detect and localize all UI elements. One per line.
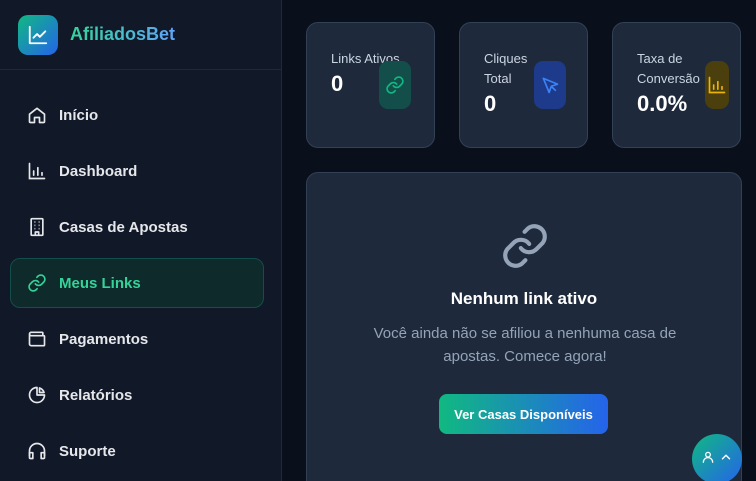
- headphones-icon: [27, 441, 47, 461]
- sidebar-item-suporte[interactable]: Suporte: [10, 426, 264, 476]
- pie-chart-icon: [27, 385, 47, 405]
- sidebar-item-relatorios[interactable]: Relatórios: [10, 370, 264, 420]
- trending-up-icon: [18, 14, 58, 55]
- floating-user-button[interactable]: [692, 434, 742, 481]
- sidebar-item-pagamentos[interactable]: Pagamentos: [10, 314, 264, 364]
- link-icon: [379, 61, 411, 109]
- empty-state-description: Você ainda não se afiliou a nenhuma casa…: [373, 325, 677, 365]
- sidebar-item-meus-links[interactable]: Meus Links: [10, 258, 264, 308]
- empty-state-title: Nenhum link ativo: [450, 289, 598, 308]
- stat-card-cliques-total: Cliques Total 0: [459, 22, 588, 148]
- cursor-icon: [534, 61, 566, 109]
- sidebar-item-label: Dashboard: [59, 162, 138, 180]
- sidebar-item-label: Suporte: [59, 442, 116, 460]
- sidebar-item-dashboard[interactable]: Dashboard: [10, 146, 264, 196]
- wallet-icon: [27, 329, 47, 349]
- sidebar-nav: Início Dashboard Casas de Apostas Meus L…: [0, 70, 281, 476]
- link-icon: [500, 221, 550, 276]
- chevron-up-icon: [719, 450, 733, 469]
- view-available-houses-button[interactable]: Ver Casas Disponíveis: [439, 394, 608, 434]
- sidebar-item-label: Pagamentos: [59, 330, 149, 348]
- bar-chart-icon: [27, 161, 47, 181]
- sidebar-item-inicio[interactable]: Início: [10, 90, 264, 140]
- bar-chart-icon: [705, 61, 729, 109]
- building-icon: [27, 217, 47, 237]
- empty-state-card: Nenhum link ativo Você ainda não se afil…: [306, 172, 742, 481]
- sidebar-item-label: Relatórios: [59, 386, 133, 404]
- link-icon: [27, 273, 47, 293]
- brand-name: AfiliadosBet: [70, 24, 176, 44]
- stat-card-links-ativos: Links Ativos 0: [306, 22, 435, 148]
- sidebar-item-label: Casas de Apostas: [59, 218, 188, 236]
- user-icon: [701, 450, 715, 469]
- sidebar-item-casas-de-apostas[interactable]: Casas de Apostas: [10, 202, 264, 252]
- brand[interactable]: AfiliadosBet: [0, 0, 281, 70]
- sidebar-item-label: Meus Links: [59, 274, 141, 292]
- sidebar: AfiliadosBet Início Dashboard Casas de A…: [0, 0, 282, 481]
- home-icon: [27, 105, 47, 125]
- stat-card-taxa-de-conversao: Taxa de Conversão 0.0%: [612, 22, 741, 148]
- sidebar-item-label: Início: [59, 106, 99, 124]
